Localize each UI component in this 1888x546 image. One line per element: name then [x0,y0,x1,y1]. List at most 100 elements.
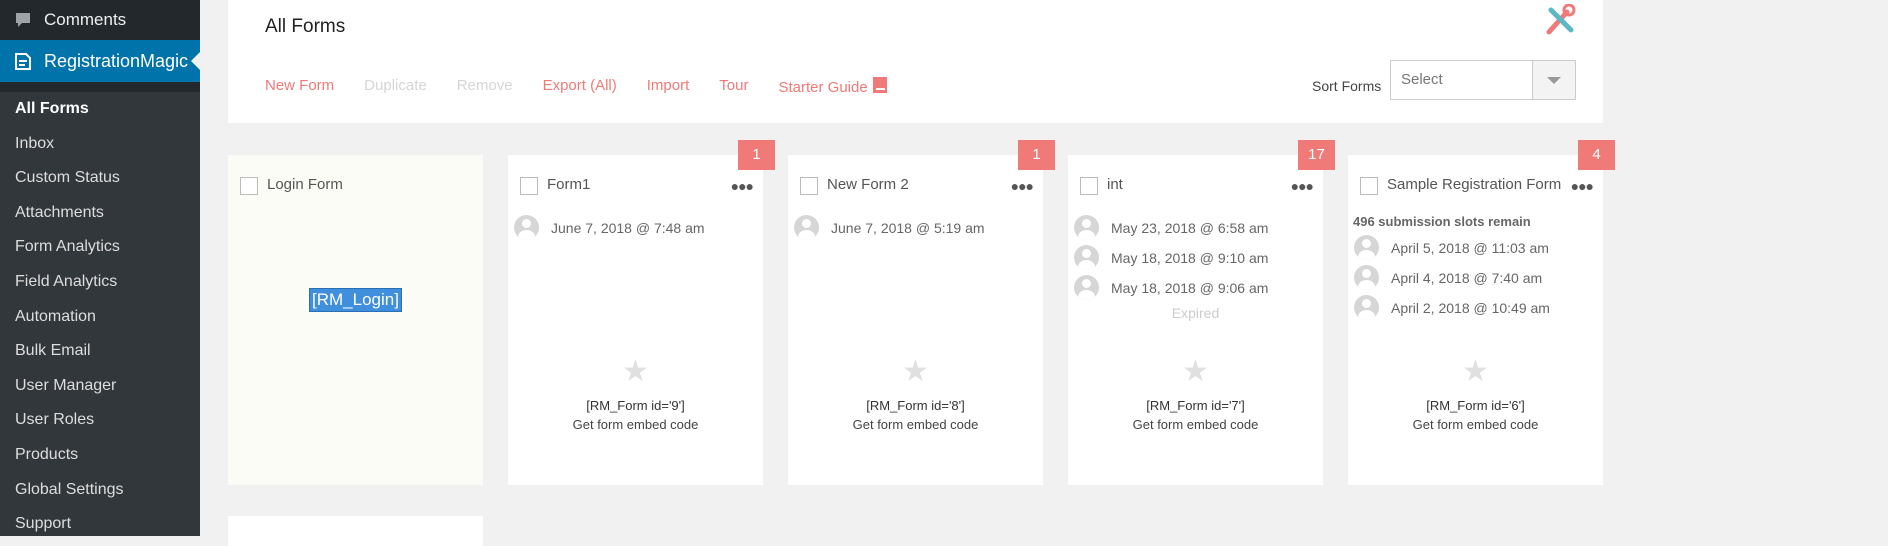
sidebar-item-global-settings[interactable]: Global Settings [0,473,200,508]
form-shortcode: [RM_Form id='6'] [1426,398,1525,413]
page-title: All Forms [265,16,346,37]
submission-date: April 5, 2018 @ 11:03 am [1391,239,1549,256]
submission-date: April 4, 2018 @ 7:40 am [1391,269,1543,286]
sidebar-item-attachments[interactable]: Attachments [0,196,200,231]
form-select-checkbox[interactable] [240,177,258,195]
submission-entry[interactable]: April 2, 2018 @ 10:49 am [1354,295,1550,320]
sidebar-item-label: Comments [44,10,127,29]
form-card-sample-registration[interactable]: 4 Sample Registration Form ●●● 496 submi… [1348,140,1615,485]
embed-code-link[interactable]: Get form embed code [508,417,763,432]
avatar [1354,265,1379,290]
submission-count-badge[interactable]: 1 [1018,140,1055,170]
sidebar-item-automation[interactable]: Automation [0,300,200,335]
sidebar-item-comments[interactable]: Comments [0,0,200,40]
form-shortcode: [RM_Form id='7'] [1146,398,1245,413]
embed-code-link[interactable]: Get form embed code [1348,417,1603,432]
form-select-checkbox[interactable] [520,177,538,195]
remove-button[interactable]: Remove [457,77,513,96]
sidebar-submenu: All Forms Inbox Custom Status Attachment… [0,92,200,536]
sidebar-item-user-manager[interactable]: User Manager [0,369,200,404]
import-button[interactable]: Import [647,77,690,96]
embed-code-link[interactable]: Get form embed code [1068,417,1323,432]
submission-count-badge[interactable]: 17 [1298,140,1335,170]
form-shortcode: [RM_Form id='8'] [866,398,965,413]
more-dots-icon[interactable]: ●●● [731,178,754,194]
avatar [794,215,819,240]
submission-count-badge[interactable]: 1 [738,140,775,170]
form-card-title[interactable]: Form1 [547,176,590,193]
submission-date: June 7, 2018 @ 7:48 am [551,219,705,236]
form-select-checkbox[interactable] [1080,177,1098,195]
form-card-partial[interactable] [228,516,483,546]
avatar [1074,245,1099,270]
submission-date: May 18, 2018 @ 9:10 am [1111,249,1269,266]
star-icon[interactable]: ★ [788,357,1043,387]
sidebar-item-all-forms[interactable]: All Forms [0,92,200,127]
registrationmagic-icon [15,53,31,70]
avatar [1354,235,1379,260]
submission-date: June 7, 2018 @ 5:19 am [831,219,985,236]
form-card-new-form-2[interactable]: 1 New Form 2 ●●● June 7, 2018 @ 5:19 am … [788,140,1055,485]
login-shortcode[interactable]: [RM_Login] [309,288,402,312]
submission-entry[interactable]: May 18, 2018 @ 9:10 am [1074,245,1268,270]
embed-code-link[interactable]: Get form embed code [788,417,1043,432]
submission-entry[interactable]: April 5, 2018 @ 11:03 am [1354,235,1549,260]
tour-button[interactable]: Tour [719,77,748,96]
form-select-checkbox[interactable] [1360,177,1378,195]
forms-toolbar: New Form Duplicate Remove Export (All) I… [265,77,917,96]
sidebar-item-form-analytics[interactable]: Form Analytics [0,230,200,265]
sidebar-item-custom-status[interactable]: Custom Status [0,161,200,196]
form-card-title[interactable]: Sample Registration Form [1387,176,1561,193]
avatar [1074,275,1099,300]
form-shortcode: [RM_Form id='9'] [586,398,685,413]
expired-status: Expired [1171,305,1220,321]
speech-bubble-icon [16,13,30,27]
wrench-screwdriver-icon[interactable] [1543,4,1577,38]
submission-entry[interactable]: May 23, 2018 @ 6:58 am [1074,215,1268,240]
submission-date: May 18, 2018 @ 9:06 am [1111,279,1269,296]
submission-entry[interactable]: June 7, 2018 @ 7:48 am [514,215,705,240]
sort-forms-label: Sort Forms [1312,78,1382,94]
new-form-button[interactable]: New Form [265,77,334,96]
sort-select-value: Select [1401,71,1443,88]
sidebar-item-support[interactable]: Support [0,507,200,542]
form-card-login[interactable]: Login Form [RM_Login] [228,155,483,485]
admin-sidebar: Comments RegistrationMagic All Forms Inb… [0,0,200,536]
star-icon[interactable]: ★ [1348,357,1603,387]
forms-header-panel: All Forms New Form Duplicate Remove Expo… [228,0,1603,123]
sidebar-item-field-analytics[interactable]: Field Analytics [0,265,200,300]
starter-guide-label: Starter Guide [778,79,868,96]
submission-date: May 23, 2018 @ 6:58 am [1111,219,1269,236]
submission-entry[interactable]: June 7, 2018 @ 5:19 am [794,215,985,240]
star-icon[interactable]: ★ [508,357,763,387]
more-dots-icon[interactable]: ●●● [1011,178,1034,194]
form-card-int[interactable]: 17 int ●●● May 23, 2018 @ 6:58 am May 18… [1068,140,1335,485]
export-all-button[interactable]: Export (All) [543,77,617,96]
star-icon[interactable]: ★ [1068,357,1323,387]
submission-slots-text: 496 submission slots remain [1353,214,1531,229]
avatar [1074,215,1099,240]
chevron-down-icon[interactable] [1532,61,1575,99]
submission-date: April 2, 2018 @ 10:49 am [1391,299,1550,316]
form-card-form1[interactable]: 1 Form1 ●●● June 7, 2018 @ 7:48 am ★ [RM… [508,140,775,485]
avatar [514,215,539,240]
submission-count-badge[interactable]: 4 [1578,140,1615,170]
sidebar-item-bulk-email[interactable]: Bulk Email [0,334,200,369]
sidebar-item-inbox[interactable]: Inbox [0,127,200,162]
duplicate-button[interactable]: Duplicate [364,77,427,96]
starter-guide-button[interactable]: Starter Guide [778,77,887,96]
sidebar-item-label: RegistrationMagic [44,50,189,71]
sidebar-item-registrationmagic[interactable]: RegistrationMagic [0,40,200,82]
form-select-checkbox[interactable] [800,177,818,195]
form-card-title[interactable]: int [1107,176,1123,193]
form-card-title[interactable]: New Form 2 [827,176,909,193]
sidebar-item-user-roles[interactable]: User Roles [0,403,200,438]
submission-entry[interactable]: May 18, 2018 @ 9:06 am [1074,275,1268,300]
more-dots-icon[interactable]: ●●● [1571,178,1594,194]
avatar [1354,295,1379,320]
sidebar-item-products[interactable]: Products [0,438,200,473]
sort-forms-select[interactable]: Select [1390,60,1576,100]
form-card-title[interactable]: Login Form [267,176,343,193]
submission-entry[interactable]: April 4, 2018 @ 7:40 am [1354,265,1542,290]
more-dots-icon[interactable]: ●●● [1291,178,1314,194]
